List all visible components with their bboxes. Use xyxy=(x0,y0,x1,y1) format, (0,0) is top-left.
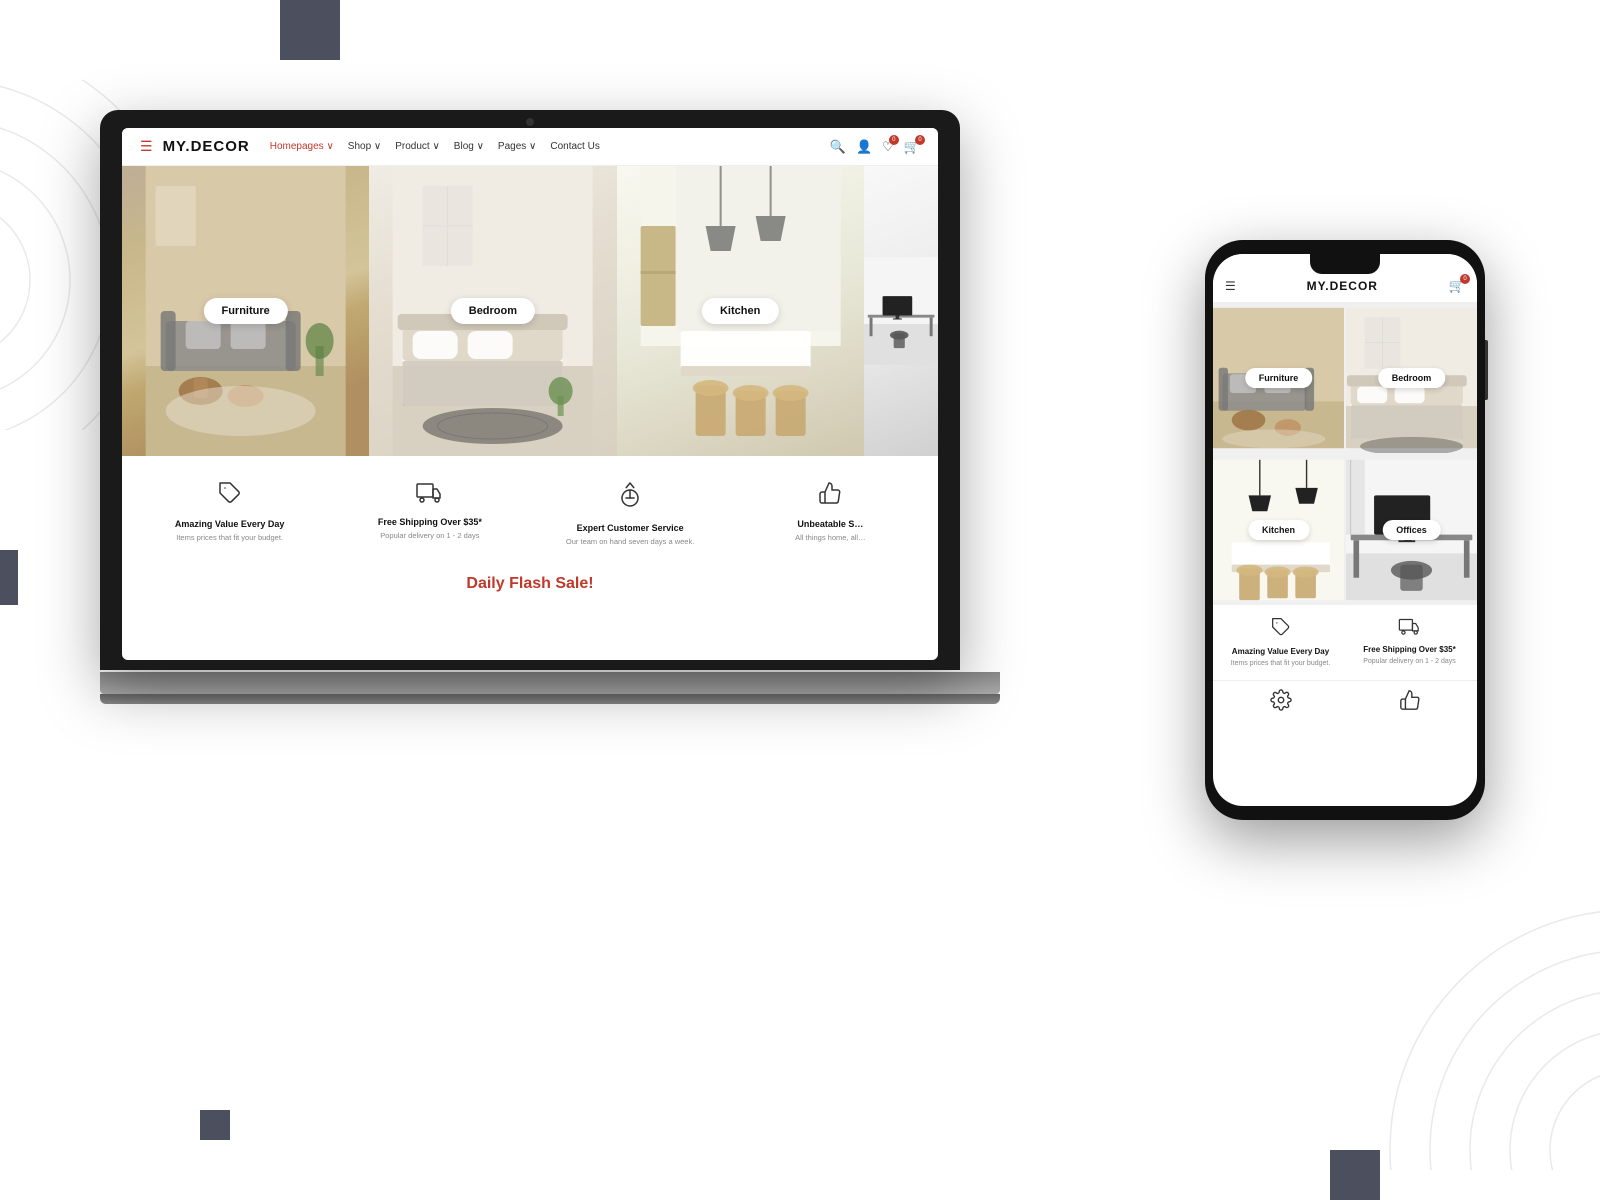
phone-feature-shipping: Free Shipping Over $35* Popular delivery… xyxy=(1350,617,1469,668)
nav-icons: 🔍 👤 ♡0 🛒0 xyxy=(830,139,920,155)
feature-value-desc: Items prices that fit your budget. xyxy=(176,533,283,544)
feature-unbeatable-title: Unbeatable S… xyxy=(797,519,863,529)
phone-category-grid: Furniture xyxy=(1213,303,1477,605)
account-icon[interactable]: 👤 xyxy=(856,139,872,155)
feature-value-title: Amazing Value Every Day xyxy=(175,519,285,529)
category-bedroom[interactable]: Bedroom xyxy=(369,166,616,456)
feature-service: Expert Customer Service Our team on hand… xyxy=(533,476,728,553)
phone-feature-shipping-title: Free Shipping Over $35* xyxy=(1363,645,1455,654)
phone-gear-icon xyxy=(1270,689,1292,711)
wishlist-icon[interactable]: ♡0 xyxy=(882,139,894,155)
phone-hamburger-icon[interactable]: ☰ xyxy=(1225,279,1236,293)
category-furniture-label: Furniture xyxy=(203,298,287,324)
feature-shipping-desc: Popular delivery on 1 - 2 days xyxy=(380,531,479,542)
laptop-nav: ☰ MY.DECOR Homepages ∨ Shop ∨ Product ∨ … xyxy=(122,128,938,166)
truck-icon xyxy=(416,481,444,509)
feature-shipping-title: Free Shipping Over $35* xyxy=(378,517,482,527)
search-icon[interactable]: 🔍 xyxy=(830,139,846,155)
laptop-features: Amazing Value Every Day Items prices tha… xyxy=(122,456,938,563)
hamburger-icon[interactable]: ☰ xyxy=(140,138,153,155)
category-kitchen-label: Kitchen xyxy=(702,298,778,324)
phone-body: ☰ MY.DECOR 🛒0 xyxy=(1205,240,1485,820)
phone-feature-value: Amazing Value Every Day Items prices tha… xyxy=(1221,617,1340,668)
phone-logo: MY.DECOR xyxy=(1236,279,1449,293)
phone-cart-icon[interactable]: 🛒0 xyxy=(1449,278,1465,294)
nav-pages[interactable]: Pages ∨ xyxy=(498,141,536,152)
nav-product[interactable]: Product ∨ xyxy=(395,141,440,152)
tag-icon xyxy=(218,481,242,511)
feature-unbeatable: Unbeatable S… All things home, all… xyxy=(733,476,928,553)
phone-category-bedroom-label: Bedroom xyxy=(1378,368,1446,388)
site-logo: MY.DECOR xyxy=(163,138,250,155)
phone-power-button xyxy=(1485,340,1488,400)
phone-category-bedroom[interactable]: Bedroom xyxy=(1346,303,1477,453)
category-offices[interactable] xyxy=(864,166,938,456)
feature-unbeatable-desc: All things home, all… xyxy=(795,533,865,544)
laptop-base xyxy=(100,672,1000,694)
phone-truck-icon xyxy=(1398,617,1422,640)
bg-decoration-2 xyxy=(0,550,18,605)
feature-service-desc: Our team on hand seven days a week. xyxy=(566,537,694,548)
phone-category-furniture-label: Furniture xyxy=(1245,368,1313,388)
phone-notch xyxy=(1310,254,1380,274)
phone-feature-value-title: Amazing Value Every Day xyxy=(1232,647,1329,656)
bg-decoration-4 xyxy=(200,1110,230,1140)
flash-sale-banner[interactable]: Daily Flash Sale! xyxy=(122,563,938,605)
phone-category-furniture[interactable]: Furniture xyxy=(1213,303,1344,453)
phone-category-kitchen-label: Kitchen xyxy=(1248,520,1309,540)
phone-thumbsup-icon-area xyxy=(1350,689,1469,711)
laptop-screen: ☰ MY.DECOR Homepages ∨ Shop ∨ Product ∨ … xyxy=(122,128,938,660)
nav-shop[interactable]: Shop ∨ xyxy=(348,141,381,152)
nav-links: Homepages ∨ Shop ∨ Product ∨ Blog ∨ Page… xyxy=(270,141,820,152)
bg-decoration-1 xyxy=(280,0,340,60)
laptop-body: ☰ MY.DECOR Homepages ∨ Shop ∨ Product ∨ … xyxy=(100,110,960,670)
feature-value: Amazing Value Every Day Items prices tha… xyxy=(132,476,327,553)
nav-homepages[interactable]: Homepages ∨ xyxy=(270,141,334,152)
phone-screen: ☰ MY.DECOR 🛒0 xyxy=(1213,254,1477,806)
phone-category-offices-label: Offices xyxy=(1382,520,1441,540)
phone-tag-icon xyxy=(1271,617,1291,642)
phone-feature-value-desc: Items prices that fit your budget. xyxy=(1231,659,1331,668)
phone-category-kitchen[interactable]: Kitchen xyxy=(1213,455,1344,605)
phone-feature-shipping-desc: Popular delivery on 1 - 2 days xyxy=(1363,657,1456,666)
phone-bottom-icons xyxy=(1213,680,1477,719)
nav-blog[interactable]: Blog ∨ xyxy=(454,141,484,152)
phone-features: Amazing Value Every Day Items prices tha… xyxy=(1213,605,1477,680)
laptop-camera xyxy=(526,118,534,126)
laptop-foot xyxy=(100,694,1000,704)
phone-thumbsup-icon xyxy=(1399,689,1421,711)
cart-icon[interactable]: 🛒0 xyxy=(904,139,920,155)
thumbsup-icon xyxy=(818,481,842,511)
medal-icon xyxy=(618,481,642,515)
feature-shipping: Free Shipping Over $35* Popular delivery… xyxy=(332,476,527,553)
category-furniture[interactable]: Furniture xyxy=(122,166,369,456)
laptop-category-grid: Furniture xyxy=(122,166,938,456)
category-kitchen[interactable]: Kitchen xyxy=(617,166,864,456)
decorative-arcs-bottomright xyxy=(1360,870,1600,1170)
laptop-device: ☰ MY.DECOR Homepages ∨ Shop ∨ Product ∨ … xyxy=(100,110,1000,810)
feature-service-title: Expert Customer Service xyxy=(577,523,684,533)
category-bedroom-label: Bedroom xyxy=(451,298,535,324)
phone-settings-icon-area xyxy=(1221,689,1340,711)
phone-category-offices[interactable]: Offices xyxy=(1346,455,1477,605)
nav-contact[interactable]: Contact Us xyxy=(550,141,599,152)
phone-device: ☰ MY.DECOR 🛒0 xyxy=(1205,240,1485,820)
